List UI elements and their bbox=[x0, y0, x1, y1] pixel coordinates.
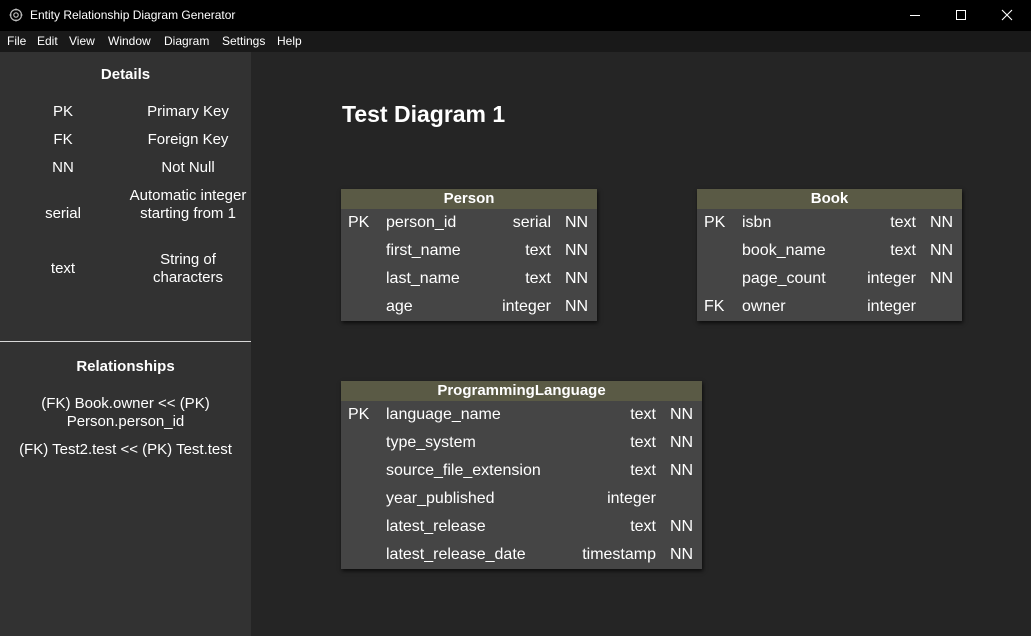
close-button[interactable] bbox=[984, 0, 1030, 31]
column-type: text bbox=[525, 270, 551, 287]
column-type: integer bbox=[867, 270, 916, 287]
sidebar-divider bbox=[0, 341, 251, 342]
diagram-canvas[interactable]: Test Diagram 1 Person PK person_id seria… bbox=[251, 52, 1031, 636]
column-name: book_name bbox=[742, 242, 826, 259]
column-name: person_id bbox=[386, 214, 457, 231]
relationship-item: (FK) Test2.test << (PK) Test.test bbox=[19, 441, 232, 458]
table-person[interactable]: Person PK person_id serial NN first_name… bbox=[341, 189, 597, 321]
column-nn: NN bbox=[670, 434, 694, 451]
column-nn: NN bbox=[565, 270, 589, 287]
column-type: text bbox=[890, 214, 916, 231]
menu-window[interactable]: Window bbox=[108, 34, 151, 48]
title-bar: Entity Relationship Diagram Generator bbox=[0, 0, 1031, 31]
column-name: owner bbox=[742, 298, 786, 315]
column-nn: NN bbox=[670, 462, 694, 479]
legend-abbr-serial: serial bbox=[45, 205, 81, 222]
column-nn: NN bbox=[565, 242, 589, 259]
column-type: text bbox=[630, 406, 656, 423]
table-header: Person bbox=[341, 189, 597, 209]
legend-desc-serial: Automatic integer starting from 1 bbox=[129, 187, 247, 222]
menu-help[interactable]: Help bbox=[277, 34, 302, 48]
column-nn: NN bbox=[670, 546, 694, 563]
column-type: text bbox=[630, 462, 656, 479]
table-header: Book bbox=[697, 189, 962, 209]
sidebar: Details PK Primary Key FK Foreign Key NN… bbox=[0, 52, 251, 636]
table-row[interactable]: page_count integer NN bbox=[697, 265, 962, 293]
column-type: text bbox=[630, 518, 656, 535]
column-nn: NN bbox=[670, 406, 694, 423]
menu-settings[interactable]: Settings bbox=[222, 34, 265, 48]
gear-icon bbox=[9, 8, 23, 22]
details-heading: Details bbox=[100, 66, 151, 83]
legend-desc-nn: Not Null bbox=[161, 159, 215, 176]
legend-desc-pk: Primary Key bbox=[147, 103, 229, 120]
column-name: last_name bbox=[386, 270, 460, 287]
column-type: text bbox=[630, 434, 656, 451]
table-programming-language[interactable]: ProgrammingLanguage PK language_name tex… bbox=[341, 381, 702, 569]
legend-abbr-fk: FK bbox=[53, 131, 73, 148]
table-row[interactable]: age integer NN bbox=[341, 293, 597, 321]
column-name: latest_release_date bbox=[386, 546, 526, 563]
table-book[interactable]: Book PK isbn text NN book_name text NN p… bbox=[697, 189, 962, 321]
column-nn: NN bbox=[670, 518, 694, 535]
legend-abbr-pk: PK bbox=[52, 103, 73, 120]
table-row[interactable]: latest_release text NN bbox=[341, 513, 702, 541]
table-row[interactable]: type_system text NN bbox=[341, 429, 702, 457]
relationship-item: (FK) Book.owner << (PK) Person.person_id bbox=[41, 395, 210, 430]
column-name: type_system bbox=[386, 434, 476, 451]
legend-desc-text: String of characters bbox=[152, 251, 224, 286]
legend-abbr-nn: NN bbox=[52, 159, 74, 176]
column-type: text bbox=[525, 242, 551, 259]
column-type: serial bbox=[512, 214, 551, 231]
maximize-button[interactable] bbox=[938, 0, 984, 31]
column-key: PK bbox=[704, 214, 726, 231]
column-nn: NN bbox=[930, 270, 954, 287]
column-type: integer bbox=[607, 490, 656, 507]
column-name: latest_release bbox=[386, 518, 486, 535]
menu-diagram[interactable]: Diagram bbox=[164, 34, 209, 48]
column-name: age bbox=[386, 298, 413, 315]
column-name: page_count bbox=[742, 270, 826, 287]
menu-view[interactable]: View bbox=[69, 34, 95, 48]
menu-file[interactable]: File bbox=[7, 34, 26, 48]
table-row[interactable]: book_name text NN bbox=[697, 237, 962, 265]
column-name: language_name bbox=[386, 406, 501, 423]
table-row[interactable]: latest_release_date timestamp NN bbox=[341, 541, 702, 569]
menu-bar: File Edit View Window Diagram Settings H… bbox=[0, 31, 1031, 52]
table-row[interactable]: PK person_id serial NN bbox=[341, 209, 597, 237]
column-type: timestamp bbox=[582, 546, 656, 563]
column-type: integer bbox=[502, 298, 551, 315]
table-row[interactable]: PK isbn text NN bbox=[697, 209, 962, 237]
window-title: Entity Relationship Diagram Generator bbox=[30, 8, 236, 22]
column-nn: NN bbox=[930, 242, 954, 259]
column-name: year_published bbox=[386, 490, 495, 507]
minimize-button[interactable] bbox=[892, 0, 938, 31]
column-nn: NN bbox=[565, 298, 589, 315]
table-row[interactable]: PK language_name text NN bbox=[341, 401, 702, 429]
column-key: PK bbox=[348, 214, 370, 231]
column-nn: NN bbox=[930, 214, 954, 231]
legend-abbr-text: text bbox=[50, 260, 76, 277]
table-header: ProgrammingLanguage bbox=[341, 381, 702, 401]
column-key: FK bbox=[704, 298, 725, 315]
column-type: text bbox=[890, 242, 916, 259]
column-nn: NN bbox=[565, 214, 589, 231]
table-row[interactable]: first_name text NN bbox=[341, 237, 597, 265]
table-row[interactable]: year_published integer bbox=[341, 485, 702, 513]
column-name: source_file_extension bbox=[386, 462, 541, 479]
table-row[interactable]: FK owner integer bbox=[697, 293, 962, 321]
column-key: PK bbox=[348, 406, 370, 423]
table-row[interactable]: last_name text NN bbox=[341, 265, 597, 293]
table-row[interactable]: source_file_extension text NN bbox=[341, 457, 702, 485]
menu-edit[interactable]: Edit bbox=[37, 34, 58, 48]
diagram-title: Test Diagram 1 bbox=[342, 101, 506, 127]
legend-desc-fk: Foreign Key bbox=[147, 131, 229, 148]
column-name: first_name bbox=[386, 242, 461, 259]
column-type: integer bbox=[867, 298, 916, 315]
column-name: isbn bbox=[742, 214, 772, 231]
relationships-heading: Relationships bbox=[76, 358, 175, 375]
